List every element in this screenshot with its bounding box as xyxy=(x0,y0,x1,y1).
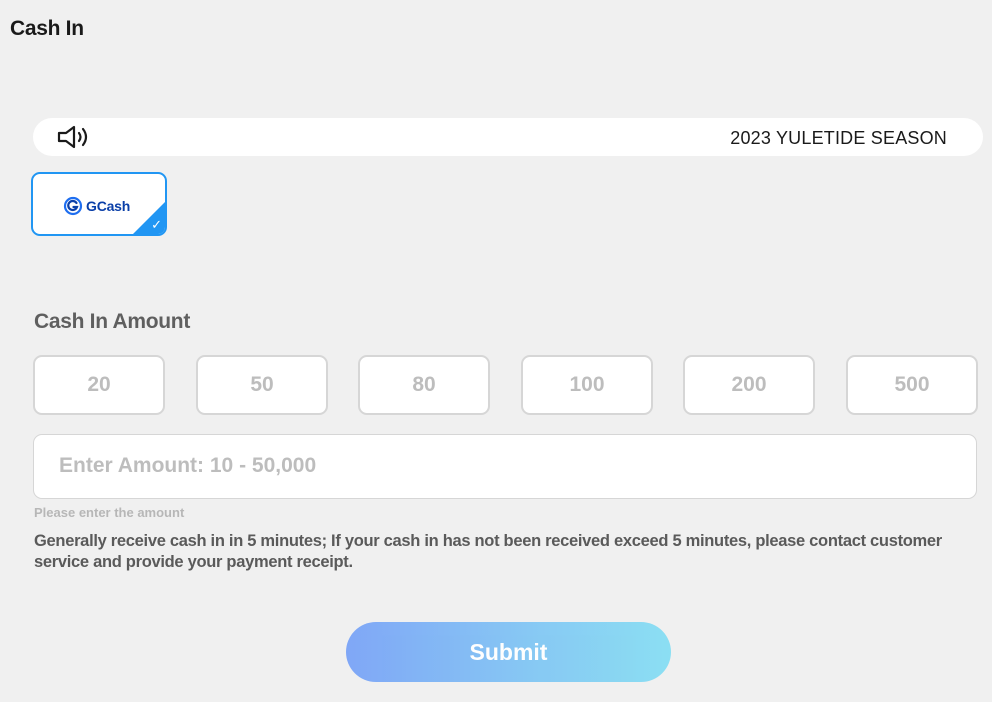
cash-in-amount-heading: Cash In Amount xyxy=(34,310,191,333)
page-title: Cash In xyxy=(10,17,84,40)
amount-preset-button[interactable]: 80 xyxy=(358,355,490,415)
amount-preset-button[interactable]: 500 xyxy=(846,355,978,415)
amount-input-container xyxy=(33,434,977,499)
amount-preset-button[interactable]: 200 xyxy=(683,355,815,415)
cash-in-notice: Generally receive cash in in 5 minutes; … xyxy=(34,532,942,571)
payment-method-label: GCash xyxy=(86,198,131,214)
announcement-text: 2023 YULETIDE SEASON xyxy=(730,128,947,148)
amount-preset-button[interactable]: 50 xyxy=(196,355,328,415)
amount-input[interactable] xyxy=(34,435,959,496)
amount-preset-button[interactable]: 20 xyxy=(33,355,165,415)
checkmark-icon: ✓ xyxy=(151,217,162,232)
gcash-logo: GCash xyxy=(63,196,130,216)
payment-method-gcash[interactable]: GCash ✓ xyxy=(31,172,167,236)
speaker-icon xyxy=(57,124,93,150)
amount-preset-button[interactable]: 100 xyxy=(521,355,653,415)
amount-presets: 20 50 80 100 200 500 xyxy=(33,355,978,415)
announcement-bar: 2023 YULETIDE SEASON xyxy=(33,118,983,156)
gcash-logo-icon xyxy=(63,196,83,216)
amount-hint: Please enter the amount xyxy=(34,505,185,520)
submit-button[interactable]: Submit xyxy=(346,622,671,682)
